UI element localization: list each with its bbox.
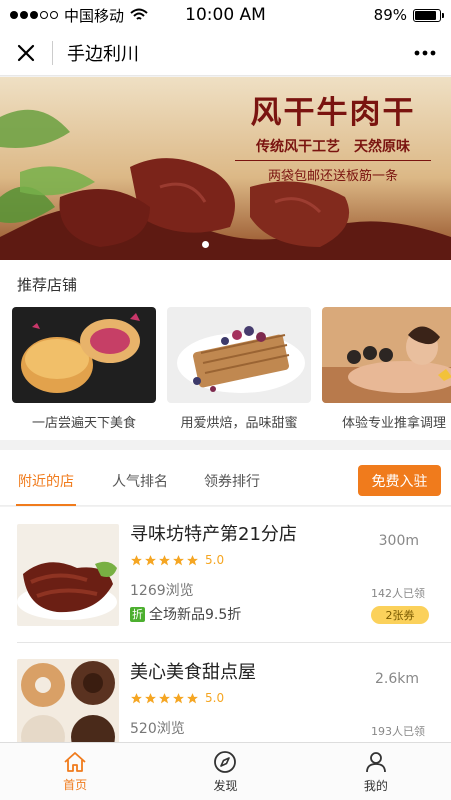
distance: 2.6km xyxy=(374,671,419,687)
recommended-card[interactable]: 体验专业推拿调理 xyxy=(322,307,451,431)
store-name: 美心美食甜点屋 xyxy=(130,662,256,683)
star-icon xyxy=(159,692,170,703)
recommended-list: 一店尝遍天下美食 用爱烘焙，品味甜蜜 体验专业推拿调理 xyxy=(12,307,451,431)
close-button[interactable] xyxy=(0,30,52,76)
tabbar-label: 发现 xyxy=(213,778,238,793)
user-icon xyxy=(365,751,386,772)
recommended-card[interactable]: 用爱烘焙，品味甜蜜 xyxy=(167,307,311,431)
nav-bar: 手边利川 xyxy=(0,30,451,76)
promo-banner[interactable]: 风干牛肉干 传统风干工艺 天然原味 两袋包邮还送板筋一条 xyxy=(0,77,451,260)
banner-pagination-dot[interactable] xyxy=(202,241,209,248)
discount-badge: 折 xyxy=(130,606,145,622)
store-name: 寻味坊特产第21分店 xyxy=(130,524,297,545)
card-image-massage xyxy=(322,307,451,403)
promo-text: 全场新品9.5折 xyxy=(149,607,242,623)
card-label: 用爱烘焙，品味甜蜜 xyxy=(180,416,298,431)
tab-popularity[interactable]: 人气排名 xyxy=(112,471,168,491)
tab-coupons[interactable]: 领券排行 xyxy=(204,471,260,491)
battery-percent: 89% xyxy=(373,6,407,24)
tabbar-item-discover[interactable]: 发现 xyxy=(150,743,300,800)
signal-icon xyxy=(10,11,58,19)
rating-value: 5.0 xyxy=(205,553,225,567)
tabbar-item-mine[interactable]: 我的 xyxy=(301,743,451,800)
wifi-icon xyxy=(130,8,148,20)
star-icon xyxy=(131,554,142,565)
star-icon xyxy=(145,554,156,565)
promo-line: 折 全场新品9.5折 xyxy=(130,604,241,624)
star-icon xyxy=(159,554,170,565)
card-label: 一店尝遍天下美食 xyxy=(31,416,136,431)
card-label: 体验专业推拿调理 xyxy=(341,416,446,431)
star-icon xyxy=(173,692,184,703)
recommended-section: 推荐店铺 一店尝遍天下美食 用爱烘焙，品味甜蜜 体验专业推拿调理 xyxy=(0,260,451,440)
star-rating: 5.0 xyxy=(130,691,224,705)
join-button[interactable]: 免费入驻 xyxy=(358,465,441,496)
coupon-badge[interactable]: 2张券 xyxy=(371,606,429,624)
close-icon xyxy=(17,44,35,61)
star-icon xyxy=(173,554,184,565)
store-thumbnail xyxy=(17,524,119,626)
page-title: 手边利川 xyxy=(67,43,139,65)
tabbar-label: 首页 xyxy=(63,777,88,792)
claimed-count: 142人已领 xyxy=(371,587,425,600)
tabbar-item-home[interactable]: 首页 xyxy=(0,743,150,800)
status-bar: 中国移动 10:00 AM 89% xyxy=(0,0,451,30)
battery-fill xyxy=(415,10,437,20)
battery-icon xyxy=(413,8,444,22)
banner-subtitle: 传统风干工艺 天然原味 xyxy=(256,139,410,155)
carrier-label: 中国移动 xyxy=(64,6,125,25)
view-count: 1269浏览 xyxy=(130,583,194,599)
tabbar-label: 我的 xyxy=(363,778,388,793)
more-icon xyxy=(414,50,436,55)
banner-title: 风干牛肉干 xyxy=(250,95,416,131)
card-image-pastry xyxy=(12,307,156,403)
distance: 300m xyxy=(378,533,419,549)
star-rating: 5.0 xyxy=(130,553,224,567)
banner-divider xyxy=(235,160,431,161)
active-tab-indicator xyxy=(16,504,76,506)
recommended-card[interactable]: 一店尝遍天下美食 xyxy=(12,307,156,431)
star-icon xyxy=(187,554,198,565)
store-list-item[interactable]: 寻味坊特产第21分店 5.0 1269浏览 折 全场新品9.5折 300m 14… xyxy=(0,507,451,643)
star-icon xyxy=(145,692,156,703)
store-tabs: 附近的店 人气排名 领券排行 免费入驻 xyxy=(0,450,451,506)
bottom-tab-bar: 首页 发现 我的 xyxy=(0,742,451,800)
section-title: 推荐店铺 xyxy=(17,276,78,294)
star-icon xyxy=(187,692,198,703)
rating-value: 5.0 xyxy=(205,691,225,705)
star-icon xyxy=(131,692,142,703)
banner-note: 两袋包邮还送板筋一条 xyxy=(267,169,398,184)
store-list-item[interactable]: 美心美食甜点屋 5.0 520浏览 2.6km 193人已领 xyxy=(0,643,451,761)
home-icon xyxy=(64,751,86,772)
compass-icon xyxy=(214,750,237,773)
banner-text-block: 风干牛肉干 传统风干工艺 天然原味 两袋包邮还送板筋一条 xyxy=(235,87,431,184)
more-button[interactable] xyxy=(399,30,451,76)
tab-nearby[interactable]: 附近的店 xyxy=(18,471,74,491)
card-image-waffle xyxy=(167,307,311,403)
claimed-count: 193人已领 xyxy=(371,725,425,738)
view-count: 520浏览 xyxy=(130,721,185,737)
